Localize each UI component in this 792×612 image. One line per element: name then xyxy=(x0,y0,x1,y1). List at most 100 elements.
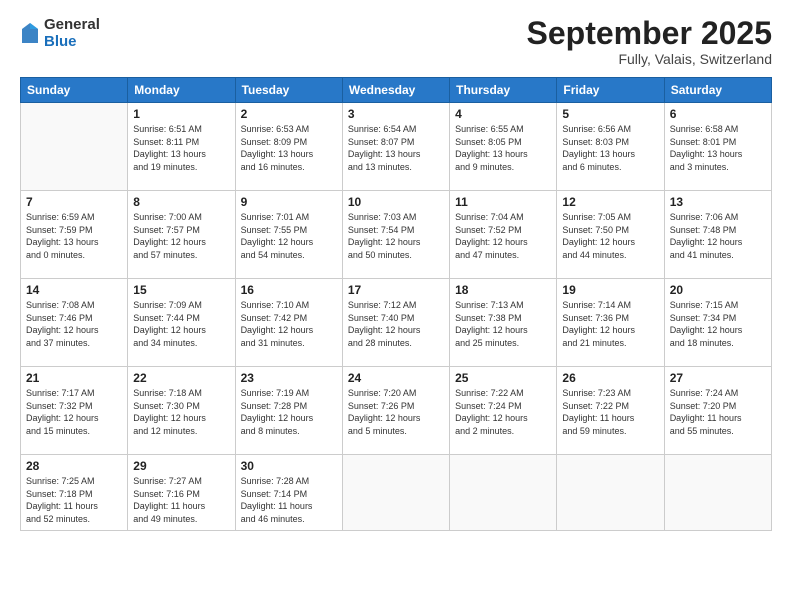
calendar-cell xyxy=(664,455,771,531)
calendar-cell: 10 Sunrise: 7:03 AM Sunset: 7:54 PM Dayli… xyxy=(342,191,449,279)
day-info: Sunrise: 7:27 AM Sunset: 7:16 PM Dayligh… xyxy=(133,475,229,525)
day-number: 1 xyxy=(133,107,229,121)
day-number: 12 xyxy=(562,195,658,209)
month-title: September 2025 xyxy=(527,16,772,51)
day-number: 6 xyxy=(670,107,766,121)
calendar-cell: 28 Sunrise: 7:25 AM Sunset: 7:18 PM Dayli… xyxy=(21,455,128,531)
day-info: Sunrise: 6:51 AM Sunset: 8:11 PM Dayligh… xyxy=(133,123,229,173)
col-header-friday: Friday xyxy=(557,78,664,103)
day-number: 21 xyxy=(26,371,122,385)
calendar-week-row: 1 Sunrise: 6:51 AM Sunset: 8:11 PM Daylig… xyxy=(21,103,772,191)
day-number: 17 xyxy=(348,283,444,297)
day-info: Sunrise: 6:55 AM Sunset: 8:05 PM Dayligh… xyxy=(455,123,551,173)
day-info: Sunrise: 7:08 AM Sunset: 7:46 PM Dayligh… xyxy=(26,299,122,349)
calendar-cell: 14 Sunrise: 7:08 AM Sunset: 7:46 PM Dayli… xyxy=(21,279,128,367)
day-number: 22 xyxy=(133,371,229,385)
day-number: 29 xyxy=(133,459,229,473)
calendar-cell: 5 Sunrise: 6:56 AM Sunset: 8:03 PM Daylig… xyxy=(557,103,664,191)
calendar-cell: 12 Sunrise: 7:05 AM Sunset: 7:50 PM Dayli… xyxy=(557,191,664,279)
day-info: Sunrise: 7:00 AM Sunset: 7:57 PM Dayligh… xyxy=(133,211,229,261)
col-header-saturday: Saturday xyxy=(664,78,771,103)
calendar-cell: 3 Sunrise: 6:54 AM Sunset: 8:07 PM Daylig… xyxy=(342,103,449,191)
location-subtitle: Fully, Valais, Switzerland xyxy=(527,51,772,67)
col-header-thursday: Thursday xyxy=(450,78,557,103)
calendar-week-row: 28 Sunrise: 7:25 AM Sunset: 7:18 PM Dayli… xyxy=(21,455,772,531)
day-info: Sunrise: 7:01 AM Sunset: 7:55 PM Dayligh… xyxy=(241,211,337,261)
calendar-cell: 22 Sunrise: 7:18 AM Sunset: 7:30 PM Dayli… xyxy=(128,367,235,455)
day-number: 16 xyxy=(241,283,337,297)
logo-text: General Blue xyxy=(44,16,100,50)
day-number: 3 xyxy=(348,107,444,121)
day-number: 13 xyxy=(670,195,766,209)
calendar-cell: 29 Sunrise: 7:27 AM Sunset: 7:16 PM Dayli… xyxy=(128,455,235,531)
calendar-cell xyxy=(21,103,128,191)
calendar-cell: 11Sunrise: 7:04 AM Sunset: 7:52 PM Dayli… xyxy=(450,191,557,279)
day-number: 7 xyxy=(26,195,122,209)
day-number: 9 xyxy=(241,195,337,209)
day-number: 5 xyxy=(562,107,658,121)
day-info: Sunrise: 7:12 AM Sunset: 7:40 PM Dayligh… xyxy=(348,299,444,349)
calendar-cell: 26 Sunrise: 7:23 AM Sunset: 7:22 PM Dayli… xyxy=(557,367,664,455)
day-info: Sunrise: 7:14 AM Sunset: 7:36 PM Dayligh… xyxy=(562,299,658,349)
col-header-wednesday: Wednesday xyxy=(342,78,449,103)
page: General Blue September 2025 Fully, Valai… xyxy=(0,0,792,612)
col-header-monday: Monday xyxy=(128,78,235,103)
calendar-cell: 30Sunrise: 7:28 AM Sunset: 7:14 PM Dayli… xyxy=(235,455,342,531)
calendar-cell xyxy=(557,455,664,531)
day-number: 15 xyxy=(133,283,229,297)
day-number: 8 xyxy=(133,195,229,209)
calendar-week-row: 21 Sunrise: 7:17 AM Sunset: 7:32 PM Dayli… xyxy=(21,367,772,455)
calendar-cell xyxy=(342,455,449,531)
day-info: Sunrise: 6:56 AM Sunset: 8:03 PM Dayligh… xyxy=(562,123,658,173)
day-info: Sunrise: 6:54 AM Sunset: 8:07 PM Dayligh… xyxy=(348,123,444,173)
calendar-cell: 23 Sunrise: 7:19 AM Sunset: 7:28 PM Dayli… xyxy=(235,367,342,455)
day-info: Sunrise: 7:23 AM Sunset: 7:22 PM Dayligh… xyxy=(562,387,658,437)
day-number: 2 xyxy=(241,107,337,121)
calendar-cell: 8 Sunrise: 7:00 AM Sunset: 7:57 PM Daylig… xyxy=(128,191,235,279)
calendar-cell: 25Sunrise: 7:22 AM Sunset: 7:24 PM Dayli… xyxy=(450,367,557,455)
day-info: Sunrise: 7:19 AM Sunset: 7:28 PM Dayligh… xyxy=(241,387,337,437)
day-info: Sunrise: 7:09 AM Sunset: 7:44 PM Dayligh… xyxy=(133,299,229,349)
day-info: Sunrise: 7:03 AM Sunset: 7:54 PM Dayligh… xyxy=(348,211,444,261)
calendar-cell: 15 Sunrise: 7:09 AM Sunset: 7:44 PM Dayli… xyxy=(128,279,235,367)
calendar-cell: 7Sunrise: 6:59 AM Sunset: 7:59 PM Daylig… xyxy=(21,191,128,279)
calendar-header-row: SundayMondayTuesdayWednesdayThursdayFrid… xyxy=(21,78,772,103)
day-number: 28 xyxy=(26,459,122,473)
day-info: Sunrise: 6:53 AM Sunset: 8:09 PM Dayligh… xyxy=(241,123,337,173)
day-info: Sunrise: 7:05 AM Sunset: 7:50 PM Dayligh… xyxy=(562,211,658,261)
day-info: Sunrise: 7:04 AM Sunset: 7:52 PM Dayligh… xyxy=(455,211,551,261)
day-number: 14 xyxy=(26,283,122,297)
calendar-cell: 19 Sunrise: 7:14 AM Sunset: 7:36 PM Dayli… xyxy=(557,279,664,367)
day-info: Sunrise: 7:06 AM Sunset: 7:48 PM Dayligh… xyxy=(670,211,766,261)
day-number: 20 xyxy=(670,283,766,297)
day-info: Sunrise: 7:15 AM Sunset: 7:34 PM Dayligh… xyxy=(670,299,766,349)
title-block: September 2025 Fully, Valais, Switzerlan… xyxy=(527,16,772,67)
day-number: 27 xyxy=(670,371,766,385)
calendar-cell: 2 Sunrise: 6:53 AM Sunset: 8:09 PM Daylig… xyxy=(235,103,342,191)
logo-general: General xyxy=(44,16,100,33)
calendar-cell xyxy=(450,455,557,531)
day-info: Sunrise: 7:25 AM Sunset: 7:18 PM Dayligh… xyxy=(26,475,122,525)
day-number: 30 xyxy=(241,459,337,473)
logo-blue: Blue xyxy=(44,33,77,50)
day-number: 18 xyxy=(455,283,551,297)
day-number: 10 xyxy=(348,195,444,209)
col-header-tuesday: Tuesday xyxy=(235,78,342,103)
calendar-cell: 18Sunrise: 7:13 AM Sunset: 7:38 PM Dayli… xyxy=(450,279,557,367)
logo: General Blue xyxy=(20,16,100,50)
day-number: 19 xyxy=(562,283,658,297)
header: General Blue September 2025 Fully, Valai… xyxy=(20,16,772,67)
day-info: Sunrise: 7:24 AM Sunset: 7:20 PM Dayligh… xyxy=(670,387,766,437)
calendar-cell: 16Sunrise: 7:10 AM Sunset: 7:42 PM Dayli… xyxy=(235,279,342,367)
calendar-cell: 27 Sunrise: 7:24 AM Sunset: 7:20 PM Dayli… xyxy=(664,367,771,455)
day-number: 25 xyxy=(455,371,551,385)
day-number: 26 xyxy=(562,371,658,385)
calendar-week-row: 14 Sunrise: 7:08 AM Sunset: 7:46 PM Dayli… xyxy=(21,279,772,367)
day-number: 4 xyxy=(455,107,551,121)
day-number: 23 xyxy=(241,371,337,385)
day-info: Sunrise: 7:18 AM Sunset: 7:30 PM Dayligh… xyxy=(133,387,229,437)
day-info: Sunrise: 7:17 AM Sunset: 7:32 PM Dayligh… xyxy=(26,387,122,437)
calendar-cell: 6Sunrise: 6:58 AM Sunset: 8:01 PM Daylig… xyxy=(664,103,771,191)
day-number: 24 xyxy=(348,371,444,385)
calendar-cell: 1 Sunrise: 6:51 AM Sunset: 8:11 PM Daylig… xyxy=(128,103,235,191)
